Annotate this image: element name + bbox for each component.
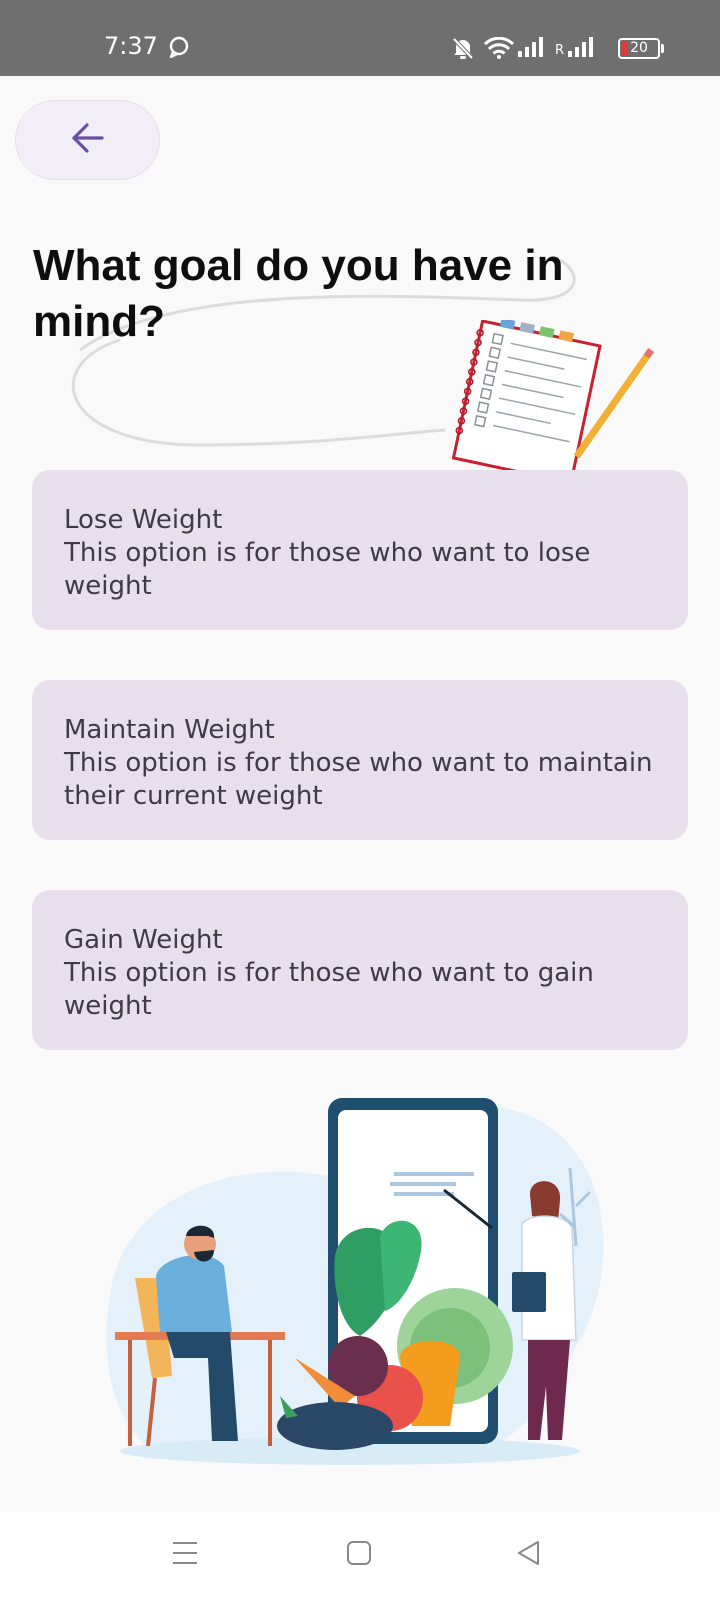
option-maintain-weight[interactable]: Maintain Weight This option is for those…	[32, 680, 688, 840]
option-gain-weight[interactable]: Gain Weight This option is for those who…	[32, 890, 688, 1050]
battery-level: 20	[630, 40, 648, 56]
back-button[interactable]	[15, 100, 160, 180]
mute-bell-icon	[452, 36, 474, 65]
option-title: Gain Weight	[64, 925, 223, 955]
back-triangle-icon[interactable]	[516, 1540, 542, 1571]
status-time: 7:37	[104, 32, 158, 60]
nutritionist-consultation-illustration	[106, 1098, 604, 1465]
option-description: This option is for those who want to los…	[64, 538, 591, 601]
signal-roaming-icon: R	[554, 36, 600, 63]
option-description: This option is for those who want to gai…	[64, 958, 594, 1021]
chat-bubble-icon	[168, 36, 190, 63]
wifi-icon	[483, 36, 515, 64]
option-lose-weight[interactable]: Lose Weight This option is for those who…	[32, 470, 688, 630]
signal-icon	[518, 36, 548, 63]
option-title: Maintain Weight	[64, 715, 275, 745]
home-square-icon[interactable]	[346, 1540, 372, 1571]
battery-icon: 20	[618, 38, 660, 59]
navigation-bar	[0, 1512, 720, 1600]
arrow-left-icon	[70, 120, 106, 161]
notebook-checklist-illustration	[451, 320, 655, 470]
roaming-label: R	[555, 43, 565, 58]
status-bar: 7:37 R 20	[0, 0, 720, 76]
menu-icon[interactable]	[172, 1540, 198, 1571]
option-title: Lose Weight	[64, 505, 223, 535]
option-description: This option is for those who want to mai…	[64, 748, 653, 811]
